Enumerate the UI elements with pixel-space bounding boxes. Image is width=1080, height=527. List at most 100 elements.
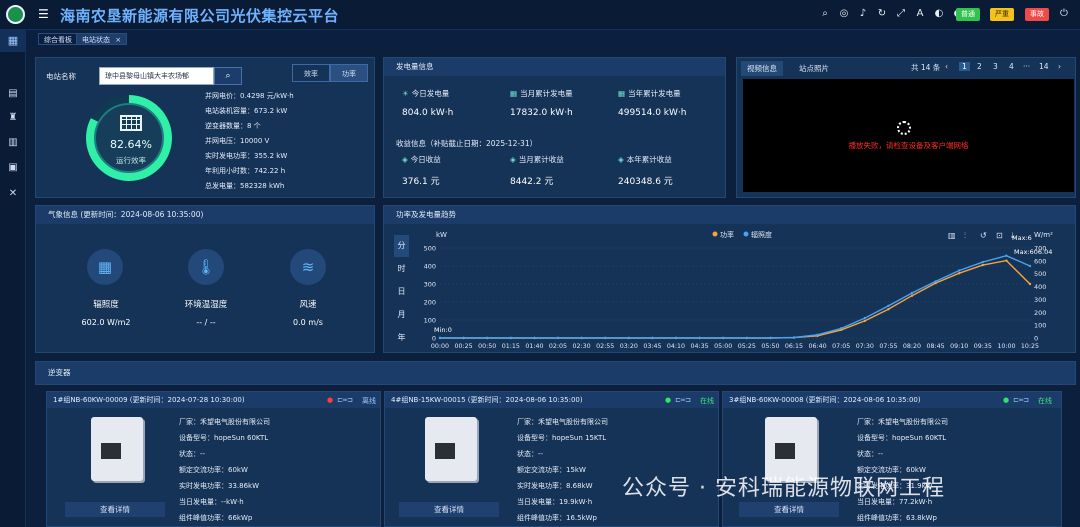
translate-icon[interactable]: A [914, 8, 926, 19]
battery-icon: ⊏═⊐ [337, 396, 353, 404]
efficiency-value: 82.64% [110, 138, 152, 151]
year-income-value: 240348.6 元 [618, 177, 673, 187]
max-label-right: Max:6 [1012, 234, 1032, 242]
station-name-label: 电站名称 [46, 72, 76, 81]
money-bag-icon: ◈ [510, 155, 516, 164]
fullscreen-icon[interactable]: ⤢ [895, 8, 907, 19]
daily-generation: 当日发电量：19.9kW·h [517, 498, 593, 506]
tab-video-info[interactable]: 视频信息 [741, 61, 783, 76]
bar-chart-icon[interactable]: ⫶ [964, 231, 966, 240]
daily-generation: 当日发电量：--kW·h [179, 498, 244, 506]
trophy-icon[interactable]: ♜ [6, 112, 20, 123]
data-point [792, 336, 796, 339]
year-generation-label: ▦ 当年累计发电量 [618, 89, 681, 98]
x-tick-label: 05:00 [714, 343, 732, 350]
today-generation-value: 804.0 kW·h [402, 108, 454, 118]
search-icon[interactable]: ⌕ [819, 8, 831, 19]
calendar-icon: ▦ [618, 89, 626, 98]
tab-site-photos[interactable]: 站点照片 [793, 61, 835, 76]
video-error-text: 播放失败，请检查设备及客户端网络 [848, 141, 969, 150]
exit-icon[interactable]: ⏻ [1060, 8, 1068, 19]
power-toggle[interactable]: 功率 [330, 64, 368, 82]
wind-speed-value: 0.0 m/s [293, 318, 323, 327]
today-income-label: ◈ 今日收益 [402, 155, 441, 164]
pager-page-4[interactable]: 4 [1009, 62, 1014, 71]
state: 状态：-- [179, 450, 206, 458]
period-tab-minute[interactable]: 分 [394, 235, 409, 257]
monitor-icon[interactable]: ▥ [6, 137, 20, 148]
month-generation-value: 17832.0 kW·h [510, 108, 573, 118]
view-details-button[interactable]: 查看详情 [65, 502, 165, 517]
legend-irradiance-swatch [743, 231, 749, 237]
menu-icon[interactable]: ☰ [38, 7, 49, 21]
y-left-unit: kW [436, 231, 447, 239]
volume-icon[interactable]: ♪ [857, 8, 869, 19]
year-income-label: ◈ 本年累计收益 [618, 155, 672, 164]
data-point [1005, 259, 1008, 262]
loading-spinner-icon [897, 121, 911, 135]
peak-power: 组件峰值功率：63.8kWp [857, 514, 938, 522]
pager-next-icon[interactable]: › [1058, 62, 1061, 71]
inverter-card: 1#组NB-60KW-00009 (更新时间：2024-07-28 10:30:… [46, 391, 381, 527]
station-select[interactable]: 琼中县黎母山镇大丰农场郁 [99, 67, 214, 85]
pager-page-3[interactable]: 3 [993, 62, 998, 71]
x-tick-label: 07:05 [832, 343, 850, 350]
pager-prev-icon[interactable]: ‹ [945, 62, 948, 71]
model: 设备型号：hopeSun 60KTL [857, 434, 947, 442]
calendar-icon[interactable]: ▣ [6, 162, 20, 173]
period-tab-month[interactable]: 月 [394, 304, 409, 326]
alarm-accident-badge[interactable]: 事故 [1025, 8, 1049, 21]
inverter-image [425, 417, 477, 481]
search-button[interactable]: ⌕ [214, 67, 242, 85]
sidebar: ▦ ▤ ♜ ▥ ▣ ✕ [0, 30, 26, 527]
efficiency-toggle[interactable]: 效率 [292, 64, 330, 82]
restore-icon[interactable]: ↺ [980, 231, 987, 240]
data-point [556, 336, 560, 340]
data-point [958, 269, 961, 272]
refresh-icon[interactable]: ↻ [876, 8, 888, 19]
tab-overview[interactable]: 综合看板 [38, 33, 78, 45]
period-tab-year[interactable]: 年 [394, 327, 409, 349]
wind-icon: ≋ [290, 249, 326, 285]
alarm-serious-badge[interactable]: 严重 [990, 8, 1014, 21]
sidebar-grid-icon[interactable]: ▦ [0, 30, 26, 52]
data-point [651, 336, 654, 340]
pager-page-2[interactable]: 2 [977, 62, 982, 71]
data-point [1028, 264, 1032, 268]
close-icon[interactable]: × [115, 36, 121, 44]
trend-chart: kW W/m² 功率 辐照度 ▥ ⫶ ↺ ⊡ ⤓ 010020030040050… [424, 230, 1054, 350]
max-label: Max:606.04 [1014, 248, 1052, 256]
data-point [981, 260, 984, 264]
tab-station-status[interactable]: 电站状态 × [76, 33, 128, 45]
zoom-icon[interactable]: ⊡ [996, 231, 1003, 240]
pager-page-14[interactable]: 14 [1039, 62, 1049, 71]
line-chart-icon[interactable]: ▥ [948, 231, 956, 240]
inverter-name: 3#组NB-60KW-00008 (更新时间：2024-08-06 10:35:… [723, 392, 1061, 408]
view-details-button[interactable]: 查看详情 [739, 502, 839, 517]
alarm-normal-badge[interactable]: 普通 [956, 8, 980, 21]
legend-irradiance: 辐照度 [751, 230, 772, 239]
document-icon[interactable]: ▤ [6, 88, 20, 99]
pager-ellipsis[interactable]: ··· [1023, 62, 1030, 71]
manufacturer: 厂家：禾望电气股份有限公司 [179, 418, 270, 426]
view-details-button[interactable]: 查看详情 [399, 502, 499, 517]
min-label: Min:0 [434, 326, 452, 334]
realtime-power: 实时发电功率：8.68kW [517, 482, 593, 490]
data-point [769, 336, 772, 340]
y-tick-left: 500 [424, 245, 436, 253]
tools-icon[interactable]: ✕ [6, 188, 20, 199]
inverter-image [91, 417, 143, 481]
today-generation-label: ☀ 今日发电量 [402, 89, 450, 98]
globe-icon[interactable]: ◎ [838, 8, 850, 19]
y-tick-left: 0 [432, 335, 436, 343]
video-player[interactable]: 播放失败，请检查设备及客户端网络 [743, 79, 1074, 192]
pager-page-1[interactable]: 1 [959, 62, 970, 71]
skin-icon[interactable]: ◐ [933, 8, 945, 19]
period-tab-day[interactable]: 日 [394, 281, 409, 303]
irradiance-label: 辐照度 [93, 300, 119, 310]
y-tick-right: 0 [1034, 335, 1038, 343]
data-point [627, 336, 630, 340]
data-point [910, 294, 914, 297]
period-tab-hour[interactable]: 时 [394, 258, 409, 280]
y-tick-left: 400 [424, 263, 436, 271]
